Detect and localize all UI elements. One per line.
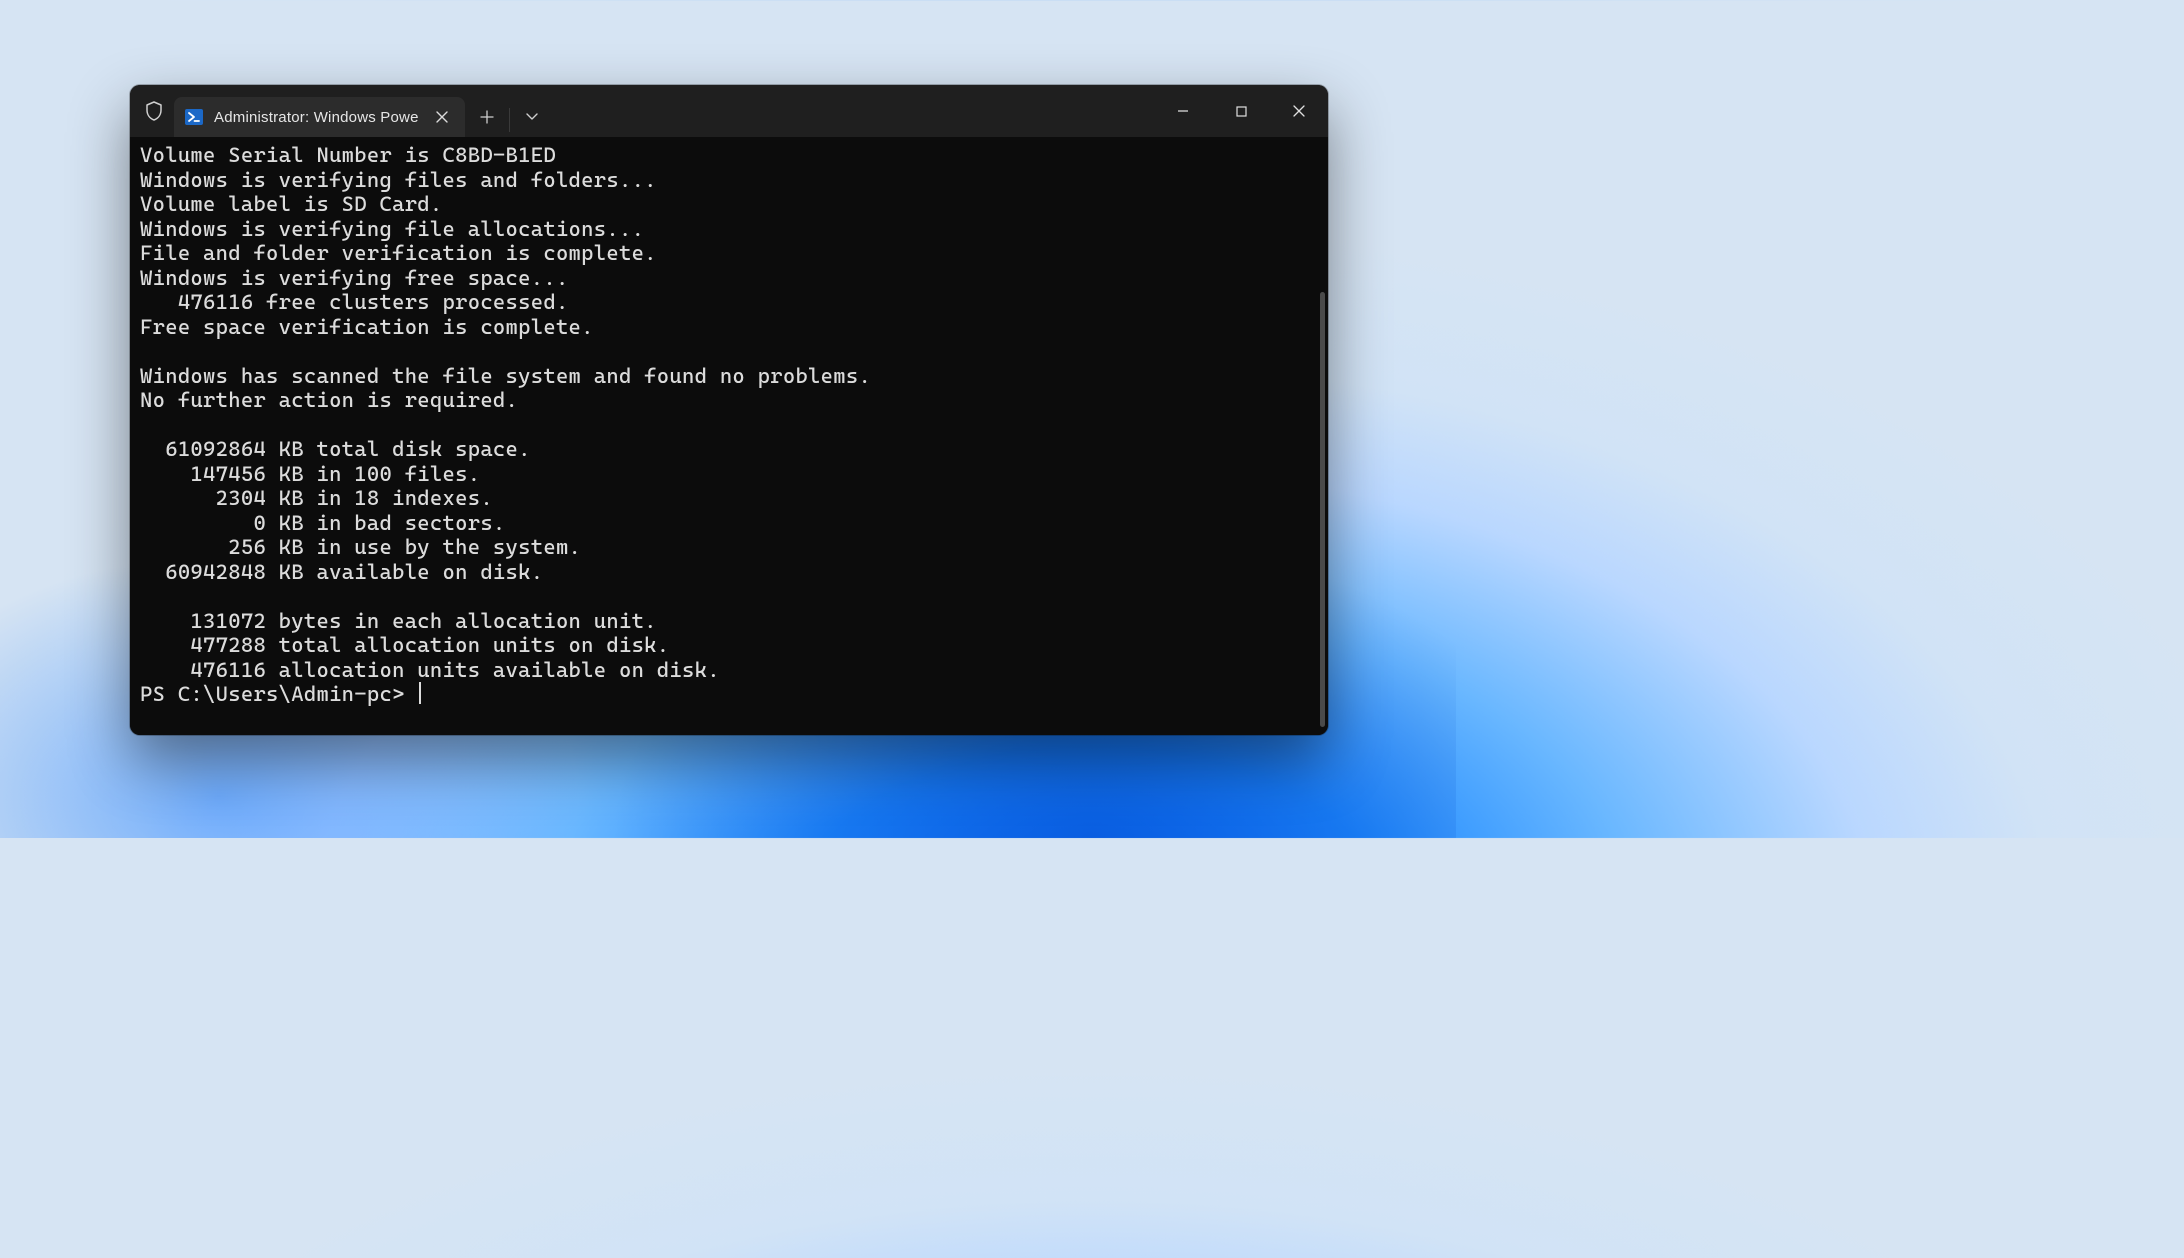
chevron-down-icon <box>525 112 539 122</box>
scrollbar-thumb[interactable] <box>1320 292 1325 727</box>
titlebar[interactable]: Administrator: Windows Powe <box>130 85 1328 137</box>
close-icon <box>436 111 448 123</box>
terminal-output: Volume Serial Number is C8BD-B1ED Window… <box>140 143 1314 707</box>
close-icon <box>1292 104 1306 118</box>
terminal-window: Administrator: Windows Powe <box>130 85 1328 735</box>
plus-icon <box>480 110 494 124</box>
window-close-button[interactable] <box>1270 87 1328 135</box>
terminal-cursor <box>419 682 421 704</box>
tab-dropdown-button[interactable] <box>510 97 554 137</box>
minimize-icon <box>1176 104 1190 118</box>
tab-label: Administrator: Windows Powe <box>214 109 419 126</box>
tab-powershell[interactable]: Administrator: Windows Powe <box>174 97 465 137</box>
maximize-button[interactable] <box>1212 87 1270 135</box>
new-tab-button[interactable] <box>465 97 509 137</box>
powershell-icon <box>184 107 204 127</box>
shield-icon <box>138 91 170 131</box>
maximize-icon <box>1235 105 1248 118</box>
tab-close-button[interactable] <box>429 104 455 130</box>
terminal-viewport[interactable]: Volume Serial Number is C8BD-B1ED Window… <box>130 137 1328 735</box>
minimize-button[interactable] <box>1154 87 1212 135</box>
